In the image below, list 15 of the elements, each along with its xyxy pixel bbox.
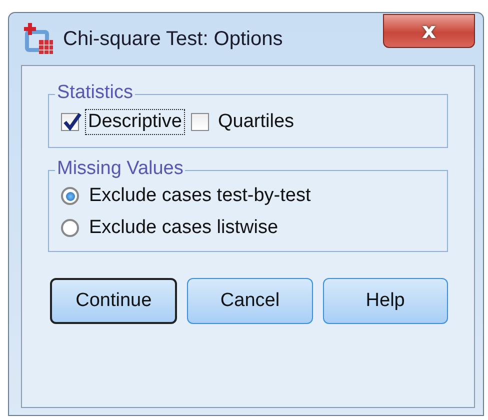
dialog-button[interactable]: Continue: [50, 278, 178, 324]
checkbox[interactable]: [190, 113, 209, 131]
radio-button[interactable]: [61, 219, 79, 237]
close-button[interactable]: x: [383, 14, 475, 48]
group-title: Missing Values: [55, 158, 186, 180]
app-icon: [21, 22, 55, 56]
radio-button[interactable]: [61, 187, 79, 205]
window-title: Chi-square Test: Options: [63, 28, 284, 50]
radio-label[interactable]: Exclude cases listwise: [89, 217, 278, 239]
checkbox-label[interactable]: Descriptive: [85, 109, 185, 135]
dialog-button[interactable]: Cancel: [187, 278, 313, 324]
dialog-button[interactable]: Help: [322, 278, 448, 324]
checkbox-label[interactable]: Quartiles: [214, 109, 298, 135]
checkbox[interactable]: [61, 113, 79, 131]
radio-label[interactable]: Exclude cases test-by-test: [89, 185, 311, 207]
